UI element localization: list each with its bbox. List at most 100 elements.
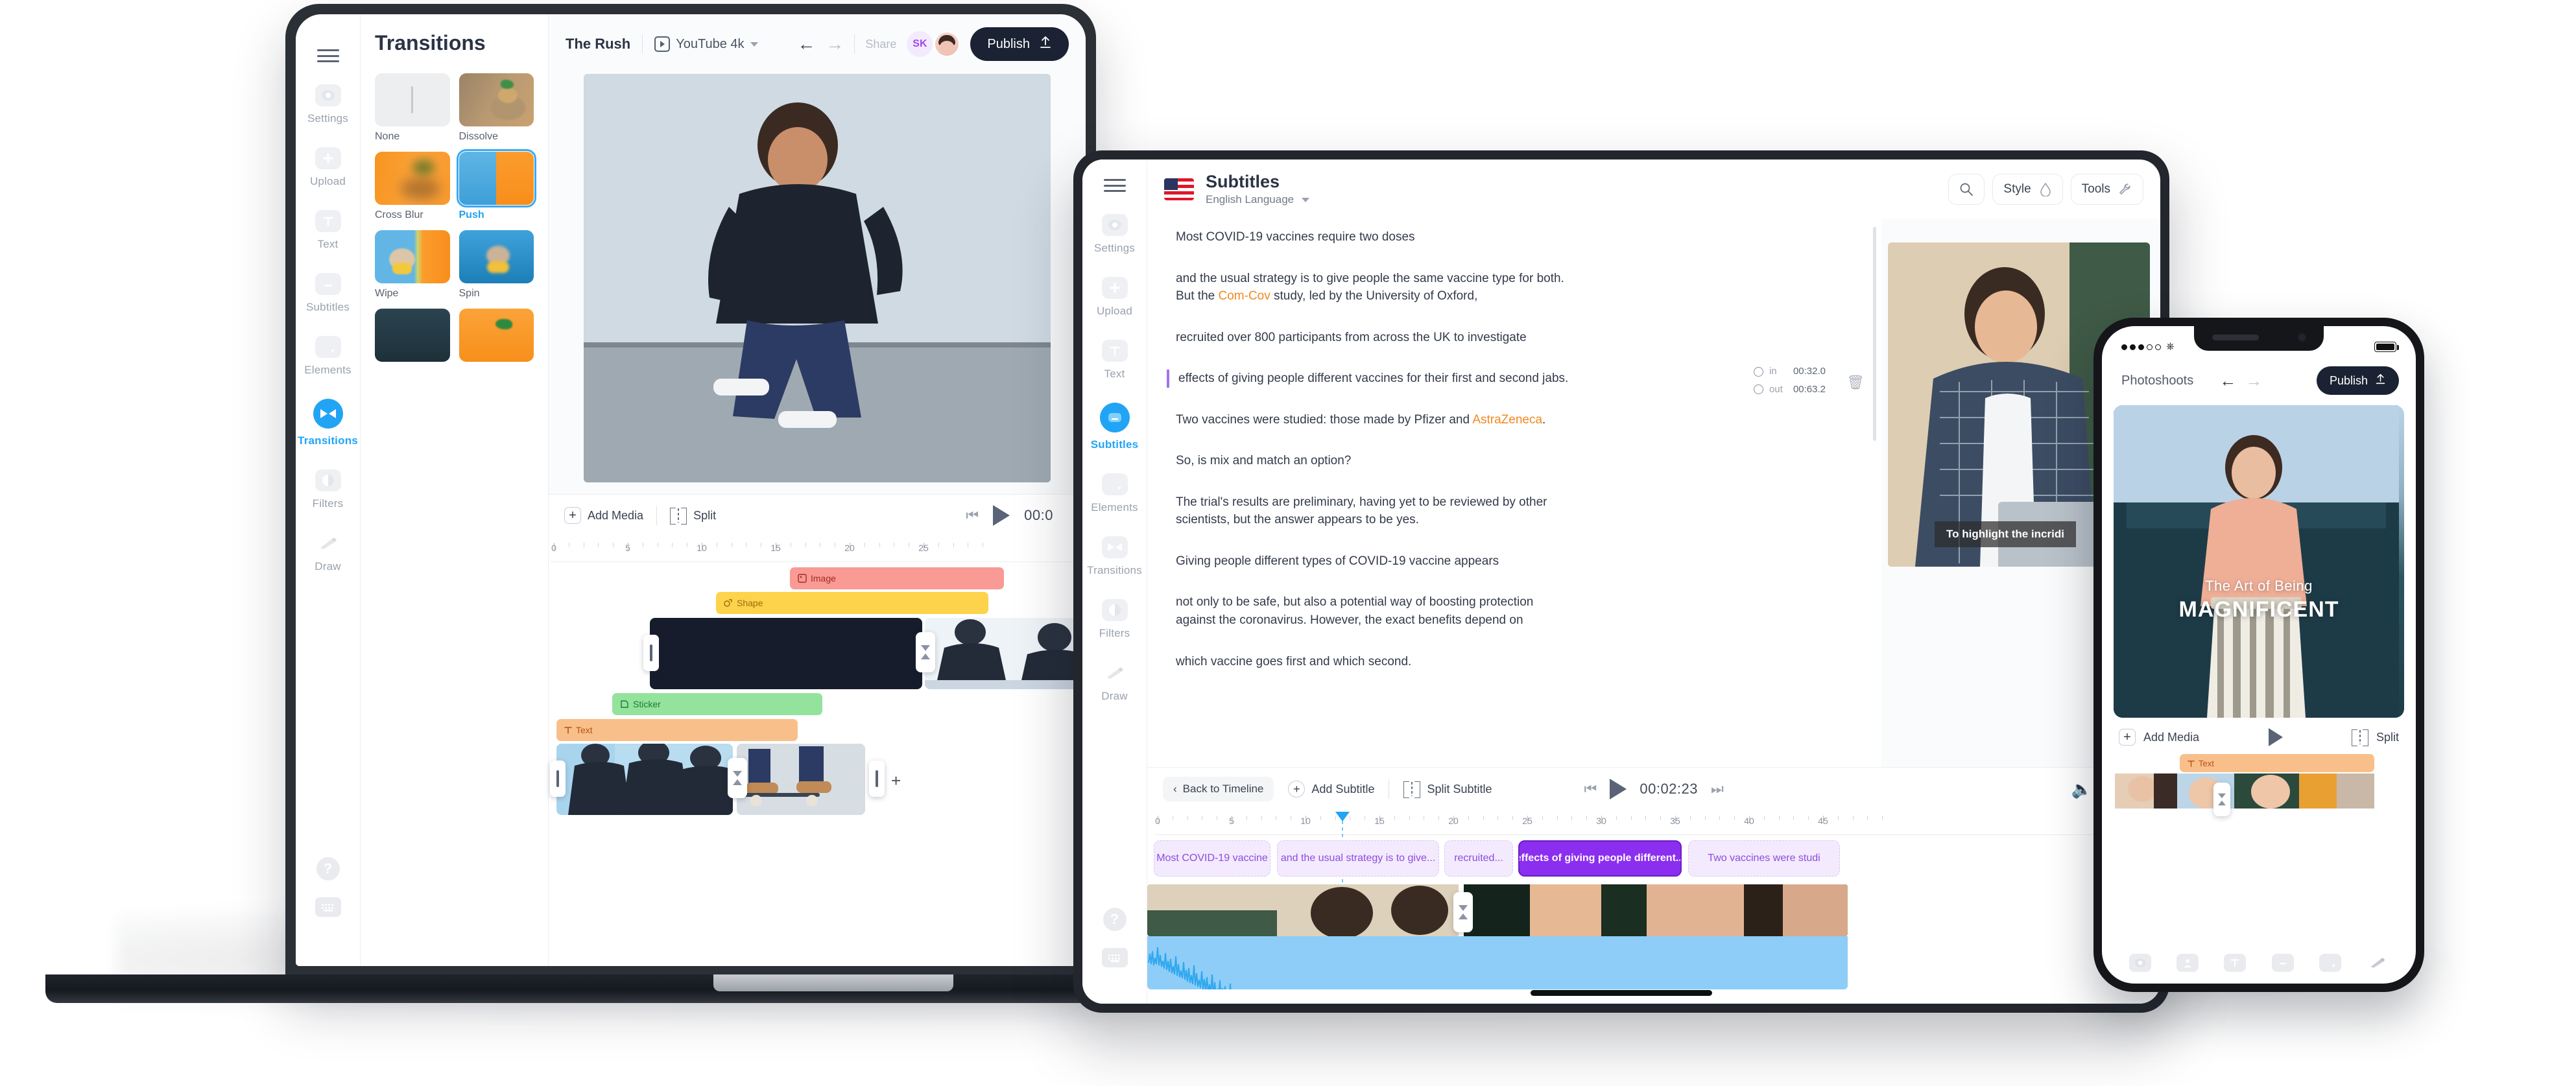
track-clip-text[interactable]: Text	[556, 719, 798, 741]
skip-previous-icon[interactable]: ⏮	[1584, 781, 1597, 797]
elements-icon[interactable]	[2319, 954, 2341, 972]
transition-option-push[interactable]: Push	[456, 149, 536, 221]
audio-waveform[interactable]	[1147, 936, 1848, 989]
clip-trim-handle-left[interactable]	[550, 761, 566, 797]
skip-next-icon[interactable]: ⏭	[1711, 781, 1724, 797]
clip-strip-selected[interactable]	[650, 618, 922, 689]
track-clip-text[interactable]: Text	[2180, 754, 2374, 772]
subtitle-row[interactable]: Two vaccines were studied: those made by…	[1167, 411, 1881, 429]
subtitle-row-selected[interactable]: effects of giving people different vacci…	[1167, 366, 1881, 395]
sidebar-item-draw[interactable]: Draw	[1084, 662, 1146, 703]
draw-pencil-icon[interactable]	[2367, 954, 2389, 972]
upload-image-icon[interactable]	[2176, 954, 2199, 972]
transition-option-row4-left[interactable]	[375, 309, 450, 362]
subtitle-list[interactable]: Most COVID-19 vaccines require two doses…	[1147, 219, 1881, 767]
keyboard-icon[interactable]	[315, 897, 341, 917]
subtitle-row[interactable]: Most COVID-19 vaccines require two doses	[1167, 228, 1881, 246]
subtitle-row[interactable]: Giving people different types of COVID-1…	[1167, 552, 1881, 571]
tools-button[interactable]: Tools	[2070, 174, 2143, 205]
subtitles-icon[interactable]	[2271, 954, 2294, 972]
transition-option-dissolve[interactable]: Dissolve	[459, 73, 534, 143]
split-button[interactable]: Split	[670, 508, 716, 525]
plus-icon[interactable]: +	[2119, 729, 2136, 746]
transition-option-wipe[interactable]: Wipe	[375, 230, 450, 300]
share-button[interactable]: Share	[865, 38, 896, 51]
subtitle-row[interactable]: recruited over 800 participants from acr…	[1167, 329, 1881, 347]
playhead[interactable]	[1335, 812, 1350, 821]
sidebar-item-transitions[interactable]: Transitions	[1084, 536, 1146, 577]
sidebar-item-upload[interactable]: Upload	[1084, 277, 1146, 318]
subtitle-chip[interactable]: Most COVID-19 vaccine	[1154, 840, 1270, 877]
hamburger-icon[interactable]	[1103, 179, 1126, 192]
search-button[interactable]	[1948, 174, 1985, 205]
back-to-timeline-button[interactable]: ‹ Back to Timeline	[1163, 777, 1274, 801]
subtitle-row[interactable]: which vaccine goes first and which secon…	[1167, 653, 1881, 671]
track-clip-shape[interactable]: Shape	[716, 592, 988, 614]
add-media-button[interactable]: + Add Media	[564, 507, 643, 524]
skip-previous-icon[interactable]: ⏮	[966, 507, 979, 524]
sidebar-item-settings[interactable]: Settings	[297, 84, 359, 125]
video-filmstrip[interactable]	[2115, 773, 2374, 809]
subtitle-row[interactable]: not only to be safe, but also a potentia…	[1167, 593, 1881, 629]
clip-trim-handle-left[interactable]	[643, 635, 659, 671]
phone-canvas[interactable]: The Art of Being MAGNIFICENT	[2114, 405, 2404, 718]
transition-option-row4-right[interactable]	[459, 309, 534, 362]
split-icon[interactable]	[2351, 729, 2368, 746]
clip-strip[interactable]	[925, 618, 1086, 689]
sidebar-item-filters[interactable]: Filters	[1084, 599, 1146, 640]
subtitle-row[interactable]: So, is mix and match an option?	[1167, 452, 1881, 470]
video-preview[interactable]	[584, 74, 1051, 482]
hamburger-icon[interactable]	[316, 49, 339, 62]
add-clip-plus-icon[interactable]: +	[891, 771, 901, 791]
style-button[interactable]: Style	[1992, 174, 2063, 205]
sidebar-item-transitions[interactable]: Transitions	[297, 399, 359, 447]
subtitle-chip-selected[interactable]: effects of giving people different...	[1518, 840, 1682, 877]
timeline-ruler[interactable]: 0510152025	[550, 543, 1086, 562]
question-mark-icon[interactable]: ?	[1103, 908, 1127, 931]
transition-option-cross-blur[interactable]: Cross Blur	[375, 152, 450, 221]
play-icon[interactable]	[1610, 779, 1627, 799]
play-icon[interactable]	[2268, 728, 2283, 746]
avatar[interactable]	[934, 31, 960, 57]
subtitle-row[interactable]: and the usual strategy is to give people…	[1167, 270, 1881, 305]
avatar-initials[interactable]: SK	[907, 31, 933, 57]
clip-strip[interactable]	[737, 744, 865, 815]
sidebar-item-settings[interactable]: Settings	[1084, 214, 1146, 255]
add-subtitle-button[interactable]: + Add Subtitle	[1288, 781, 1374, 797]
undo-arrow-icon[interactable]: ←	[797, 35, 815, 53]
split-subtitle-button[interactable]: Split Subtitle	[1403, 781, 1492, 798]
transition-handle[interactable]	[1453, 892, 1473, 932]
transition-option-none[interactable]: None	[375, 73, 450, 143]
sidebar-item-elements[interactable]: Elements	[297, 336, 359, 377]
publish-button[interactable]: Publish	[2316, 366, 2399, 395]
track-clip-image[interactable]: Image	[790, 567, 1004, 589]
play-icon[interactable]	[993, 505, 1010, 526]
sidebar-item-subtitles[interactable]: Subtitles	[297, 273, 359, 314]
undo-arrow-icon[interactable]: ←	[2219, 371, 2236, 391]
transition-option-spin[interactable]: Spin	[459, 230, 534, 300]
settings-icon[interactable]	[2129, 954, 2151, 972]
transition-handle[interactable]	[728, 758, 747, 798]
video-filmstrip[interactable]	[1147, 884, 1848, 936]
clip-strip[interactable]	[556, 744, 733, 815]
subtitle-chip[interactable]: Two vaccines were studi	[1688, 840, 1840, 877]
track-clip-sticker[interactable]: Sticker	[612, 693, 822, 715]
sidebar-item-text[interactable]: Text	[1084, 340, 1146, 381]
subtitle-row[interactable]: The trial's results are preliminary, hav…	[1167, 493, 1881, 529]
volume-icon[interactable]: 🔈	[2071, 779, 2092, 799]
text-t-icon[interactable]	[2224, 954, 2247, 972]
redo-arrow-icon[interactable]: →	[2245, 371, 2262, 391]
sidebar-item-draw[interactable]: Draw	[297, 532, 359, 573]
subtitle-ruler[interactable]: 051015202530354045	[1154, 816, 2160, 835]
clip-trim-handle-right[interactable]	[869, 761, 885, 797]
trash-icon[interactable]: 🗑	[1846, 372, 1865, 393]
publish-button[interactable]: Publish	[970, 27, 1069, 61]
subtitle-chip[interactable]: recruited...	[1444, 840, 1513, 877]
sidebar-item-upload[interactable]: Upload	[297, 147, 359, 188]
subtitle-chip[interactable]: and the usual strategy is to give...	[1277, 840, 1439, 877]
preset-selector[interactable]: YouTube 4k	[654, 36, 758, 52]
transition-handle[interactable]	[916, 632, 935, 672]
sidebar-item-filters[interactable]: Filters	[297, 469, 359, 510]
redo-arrow-icon[interactable]: →	[826, 35, 844, 53]
sidebar-item-elements[interactable]: Elements	[1084, 473, 1146, 514]
